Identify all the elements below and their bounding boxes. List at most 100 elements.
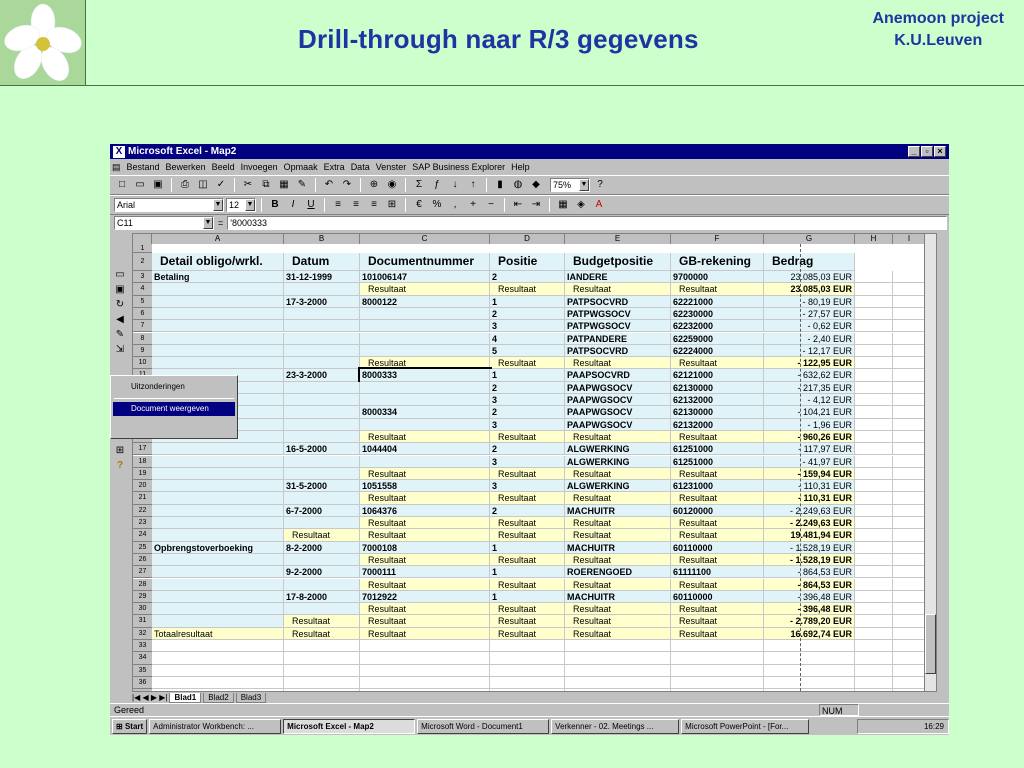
table-cell[interactable] [893,504,926,517]
table-cell[interactable]: 2 [490,271,565,284]
table-cell[interactable]: 3 [490,394,565,407]
menu-item-uitzonderingen[interactable]: Uitzonderingen [111,376,237,396]
table-cell[interactable] [893,357,926,370]
row-header[interactable]: 30 [133,603,152,616]
table-cell[interactable] [893,467,926,481]
table-cell[interactable]: - 80,19 EUR [764,295,855,308]
col-header-e[interactable]: E [565,234,671,244]
tab-blad3[interactable]: Blad3 [235,692,267,703]
table-cell[interactable] [284,381,360,394]
table-cell[interactable]: - 41,97 EUR [764,455,855,468]
table-cell[interactable]: 1 [490,566,565,579]
start-button[interactable]: ⊞ Start [112,718,148,734]
row-header[interactable]: 19 [133,467,152,481]
preview-icon[interactable]: ◫ [195,177,211,193]
table-cell[interactable]: - 104,21 EUR [764,406,855,419]
table-cell[interactable]: - 864,53 EUR [764,566,855,579]
table-cell[interactable] [360,344,490,358]
table-cell[interactable]: Opbrengstoverboeking [152,541,284,554]
table-cell[interactable]: 31-12-1999 [284,271,360,284]
table-cell[interactable]: 61111100 [671,566,764,579]
column-title[interactable]: Datum [284,253,360,271]
table-cell[interactable]: Resultaat [490,517,565,530]
table-cell[interactable]: 62230000 [671,307,764,321]
table-cell[interactable]: Resultaat [360,430,490,444]
table-cell[interactable] [893,566,926,579]
table-cell[interactable]: - 4,12 EUR [764,394,855,407]
table-cell[interactable]: Resultaat [565,529,671,542]
hyperlink-icon[interactable]: ⊕ [366,177,382,193]
row-header[interactable]: 27 [133,566,152,579]
open-icon[interactable]: ▭ [132,177,148,193]
italic-icon[interactable]: I [285,197,301,213]
table-cell[interactable] [893,418,926,431]
row-header[interactable]: 22 [133,504,152,517]
tab-blad2[interactable]: Blad2 [203,692,234,703]
row-header[interactable]: 6 [133,307,152,321]
table-cell[interactable] [893,344,926,358]
row-header[interactable]: 5 [133,295,152,308]
column-title[interactable]: Budgetpositie [565,253,671,271]
table-cell[interactable]: 9-2-2000 [284,566,360,579]
table-cell[interactable] [893,406,926,419]
change-query-icon[interactable]: ✎ [113,328,127,342]
table-cell[interactable]: 62132000 [671,418,764,431]
table-cell[interactable] [855,320,893,333]
table-cell[interactable]: Resultaat [490,357,565,370]
table-cell[interactable] [893,640,926,653]
table-cell[interactable]: 17-8-2000 [284,590,360,604]
table-cell[interactable]: Resultaat [490,283,565,296]
help-icon[interactable]: ? [592,177,608,193]
table-cell[interactable] [284,430,360,444]
paste-icon[interactable]: ▦ [276,177,292,193]
table-cell[interactable]: 1 [490,369,565,382]
table-cell[interactable] [855,381,893,394]
table-cell[interactable] [671,676,764,690]
row-header[interactable]: 25 [133,541,152,554]
table-cell[interactable]: 23.085,03 EUR [764,271,855,284]
table-cell[interactable] [893,430,926,444]
percent-icon[interactable]: % [429,197,445,213]
menu-bestand[interactable]: Bestand [127,162,160,172]
table-cell[interactable] [284,418,360,431]
table-cell[interactable]: Resultaat [565,492,671,505]
table-cell[interactable]: 62232000 [671,320,764,333]
table-cell[interactable] [152,578,284,591]
table-cell[interactable] [855,504,893,517]
column-title[interactable]: Detail obligo/wrkl. [152,253,284,271]
table-cell[interactable] [893,603,926,616]
web-icon[interactable]: ◉ [384,177,400,193]
table-cell[interactable]: 8000334 [360,406,490,419]
table-cell[interactable] [152,504,284,517]
table-cell[interactable] [893,517,926,530]
table-cell[interactable] [855,492,893,505]
table-cell[interactable]: 61231000 [671,480,764,493]
table-cell[interactable] [284,664,360,677]
table-cell[interactable] [893,529,926,542]
table-cell[interactable] [855,332,893,345]
increase-decimal-icon[interactable]: + [465,197,481,213]
menu-item-document-weergeven[interactable]: Document weergeven [113,402,235,416]
font-select[interactable]: Arial ▼ [114,198,224,212]
row-header[interactable]: 31 [133,615,152,628]
table-cell[interactable] [284,553,360,567]
table-cell[interactable] [855,295,893,308]
table-cell[interactable]: Resultaat [284,529,360,542]
table-cell[interactable] [855,443,893,456]
table-cell[interactable] [284,455,360,468]
map-icon[interactable]: ◍ [510,177,526,193]
table-cell[interactable]: Resultaat [565,430,671,444]
table-cell[interactable]: 3 [490,418,565,431]
table-cell[interactable] [893,443,926,456]
table-cell[interactable] [764,640,855,653]
table-cell[interactable] [855,652,893,665]
table-cell[interactable] [855,480,893,493]
table-cell[interactable] [284,492,360,505]
table-cell[interactable]: Resultaat [490,627,565,640]
menu-data[interactable]: Data [351,162,370,172]
row-header[interactable]: 9 [133,344,152,358]
table-cell[interactable]: 61251000 [671,443,764,456]
row-header[interactable]: 2 [133,253,152,271]
table-cell[interactable] [855,430,893,444]
table-cell[interactable]: 101006147 [360,271,490,284]
